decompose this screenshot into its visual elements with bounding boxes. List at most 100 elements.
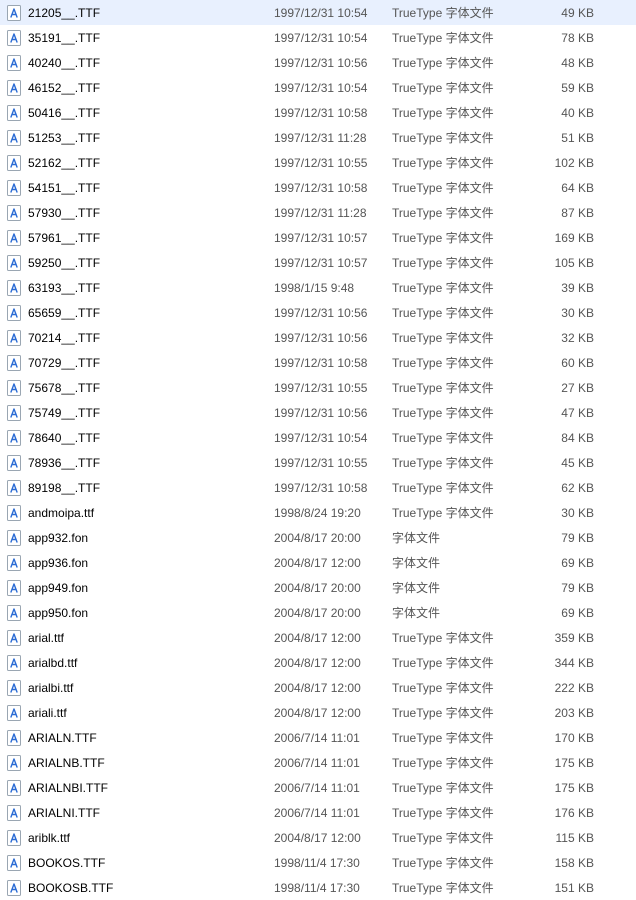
file-name-cell: 70729__.TTF (6, 355, 274, 371)
file-row[interactable]: ariblk.ttf2004/8/17 12:00TrueType 字体文件11… (0, 825, 636, 850)
file-size-cell: 49 KB (532, 6, 602, 20)
file-name-label: BOOKOSB.TTF (28, 881, 113, 895)
file-date-cell: 2006/7/14 11:01 (274, 731, 392, 745)
file-date-cell: 2006/7/14 11:01 (274, 781, 392, 795)
font-file-icon (6, 555, 22, 571)
file-name-cell: BOOKOSB.TTF (6, 880, 274, 896)
file-row[interactable]: andmoipa.ttf1998/8/24 19:20TrueType 字体文件… (0, 500, 636, 525)
file-size-cell: 79 KB (532, 531, 602, 545)
font-file-icon (6, 705, 22, 721)
file-name-label: 75678__.TTF (28, 381, 100, 395)
file-name-cell: ariblk.ttf (6, 830, 274, 846)
file-name-label: arialbi.ttf (28, 681, 73, 695)
file-row[interactable]: 50416__.TTF1997/12/31 10:58TrueType 字体文件… (0, 100, 636, 125)
font-file-icon (6, 780, 22, 796)
file-row[interactable]: arialbi.ttf2004/8/17 12:00TrueType 字体文件2… (0, 675, 636, 700)
file-name-label: arialbd.ttf (28, 656, 77, 670)
file-size-cell: 158 KB (532, 856, 602, 870)
file-row[interactable]: app932.fon2004/8/17 20:00字体文件79 KB (0, 525, 636, 550)
file-row[interactable]: 40240__.TTF1997/12/31 10:56TrueType 字体文件… (0, 50, 636, 75)
file-size-cell: 151 KB (532, 881, 602, 895)
file-size-cell: 59 KB (532, 81, 602, 95)
file-type-cell: 字体文件 (392, 604, 532, 621)
file-row[interactable]: 54151__.TTF1997/12/31 10:58TrueType 字体文件… (0, 175, 636, 200)
file-row[interactable]: 75749__.TTF1997/12/31 10:56TrueType 字体文件… (0, 400, 636, 425)
file-row[interactable]: ARIALNI.TTF2006/7/14 11:01TrueType 字体文件1… (0, 800, 636, 825)
file-row[interactable]: 78936__.TTF1997/12/31 10:55TrueType 字体文件… (0, 450, 636, 475)
file-name-label: arial.ttf (28, 631, 64, 645)
file-name-label: ariali.ttf (28, 706, 67, 720)
font-file-icon (6, 480, 22, 496)
file-size-cell: 176 KB (532, 806, 602, 820)
font-file-icon (6, 80, 22, 96)
file-row[interactable]: ARIALNBI.TTF 2006/7/14 11:01TrueType 字体文件… (0, 775, 636, 800)
file-date-cell: 2004/8/17 20:00 (274, 531, 392, 545)
file-date-cell: 2004/8/17 12:00 (274, 631, 392, 645)
file-row[interactable]: BOOKOSB.TTF1998/11/4 17:30TrueType 字体文件1… (0, 875, 636, 900)
file-row[interactable]: 57961__.TTF1997/12/31 10:57TrueType 字体文件… (0, 225, 636, 250)
file-row[interactable]: 75678__.TTF1997/12/31 10:55TrueType 字体文件… (0, 375, 636, 400)
file-name-cell: arialbi.ttf (6, 680, 274, 696)
file-date-cell: 1997/12/31 10:57 (274, 256, 392, 270)
file-row[interactable]: 57930__.TTF1997/12/31 11:28TrueType 字体文件… (0, 200, 636, 225)
file-size-cell: 170 KB (532, 731, 602, 745)
file-name-label: 78936__.TTF (28, 456, 100, 470)
file-date-cell: 1997/12/31 10:56 (274, 56, 392, 70)
file-row[interactable]: 46152__.TTF1997/12/31 10:54TrueType 字体文件… (0, 75, 636, 100)
file-row[interactable]: 21205__.TTF1997/12/31 10:54TrueType 字体文件… (0, 0, 636, 25)
file-row[interactable]: ARIALNB.TTF2006/7/14 11:01TrueType 字体文件1… (0, 750, 636, 775)
file-date-cell: 2006/7/14 11:01 (274, 806, 392, 820)
file-type-cell: TrueType 字体文件 (392, 404, 532, 421)
file-row[interactable]: BOOKOS.TTF1998/11/4 17:30TrueType 字体文件15… (0, 850, 636, 875)
file-name-label: app950.fon (28, 606, 88, 620)
file-row[interactable]: app936.fon2004/8/17 12:00字体文件69 KB (0, 550, 636, 575)
file-name-label: 46152__.TTF (28, 81, 100, 95)
file-name-label: ARIALNB.TTF (28, 756, 105, 770)
file-size-cell: 359 KB (532, 631, 602, 645)
file-size-cell: 84 KB (532, 431, 602, 445)
font-file-icon (6, 830, 22, 846)
file-row[interactable]: 70214__.TTF1997/12/31 10:56TrueType 字体文件… (0, 325, 636, 350)
file-name-label: 70729__.TTF (28, 356, 100, 370)
file-row[interactable]: 65659__.TTF1997/12/31 10:56TrueType 字体文件… (0, 300, 636, 325)
file-name-cell: 65659__.TTF (6, 305, 274, 321)
file-size-cell: 115 KB (532, 831, 602, 845)
file-name-cell: 50416__.TTF (6, 105, 274, 121)
file-row[interactable]: ariali.ttf2004/8/17 12:00TrueType 字体文件20… (0, 700, 636, 725)
file-row[interactable]: 63193__.TTF1998/1/15 9:48TrueType 字体文件39… (0, 275, 636, 300)
file-name-label: ariblk.ttf (28, 831, 70, 845)
file-date-cell: 2004/8/17 20:00 (274, 606, 392, 620)
file-row[interactable]: 52162__.TTF1997/12/31 10:55TrueType 字体文件… (0, 150, 636, 175)
file-name-cell: ARIALN.TTF (6, 730, 274, 746)
file-row[interactable]: ARIALN.TTF2006/7/14 11:01TrueType 字体文件17… (0, 725, 636, 750)
file-name-label: 40240__.TTF (28, 56, 100, 70)
file-date-cell: 2004/8/17 12:00 (274, 656, 392, 670)
file-size-cell: 69 KB (532, 606, 602, 620)
file-row[interactable]: app949.fon2004/8/17 20:00字体文件79 KB (0, 575, 636, 600)
file-row[interactable]: 78640__.TTF1997/12/31 10:54TrueType 字体文件… (0, 425, 636, 450)
file-name-label: 51253__.TTF (28, 131, 100, 145)
file-type-cell: TrueType 字体文件 (392, 204, 532, 221)
file-name-label: app936.fon (28, 556, 88, 570)
file-row[interactable]: arialbd.ttf2004/8/17 12:00TrueType 字体文件3… (0, 650, 636, 675)
file-row[interactable]: 70729__.TTF1997/12/31 10:58TrueType 字体文件… (0, 350, 636, 375)
file-row[interactable]: 35191__.TTF1997/12/31 10:54TrueType 字体文件… (0, 25, 636, 50)
file-name-label: 35191__.TTF (28, 31, 100, 45)
file-name-label: 65659__.TTF (28, 306, 100, 320)
file-size-cell: 30 KB (532, 506, 602, 520)
file-date-cell: 2004/8/17 12:00 (274, 831, 392, 845)
file-name-label: ARIALNBI.TTF (28, 781, 108, 795)
file-row[interactable]: app950.fon 2004/8/17 20:00字体文件69 KB (0, 600, 636, 625)
font-file-icon (6, 155, 22, 171)
file-row[interactable]: 89198__.TTF1997/12/31 10:58TrueType 字体文件… (0, 475, 636, 500)
font-file-icon (6, 180, 22, 196)
file-type-cell: TrueType 字体文件 (392, 679, 532, 696)
file-name-cell: 40240__.TTF (6, 55, 274, 71)
file-row[interactable]: 59250__.TTF1997/12/31 10:57TrueType 字体文件… (0, 250, 636, 275)
file-row[interactable]: 51253__.TTF1997/12/31 11:28TrueType 字体文件… (0, 125, 636, 150)
file-date-cell: 2004/8/17 12:00 (274, 681, 392, 695)
file-type-cell: TrueType 字体文件 (392, 279, 532, 296)
file-type-cell: TrueType 字体文件 (392, 79, 532, 96)
file-type-cell: TrueType 字体文件 (392, 779, 532, 796)
file-row[interactable]: arial.ttf2004/8/17 12:00TrueType 字体文件359… (0, 625, 636, 650)
